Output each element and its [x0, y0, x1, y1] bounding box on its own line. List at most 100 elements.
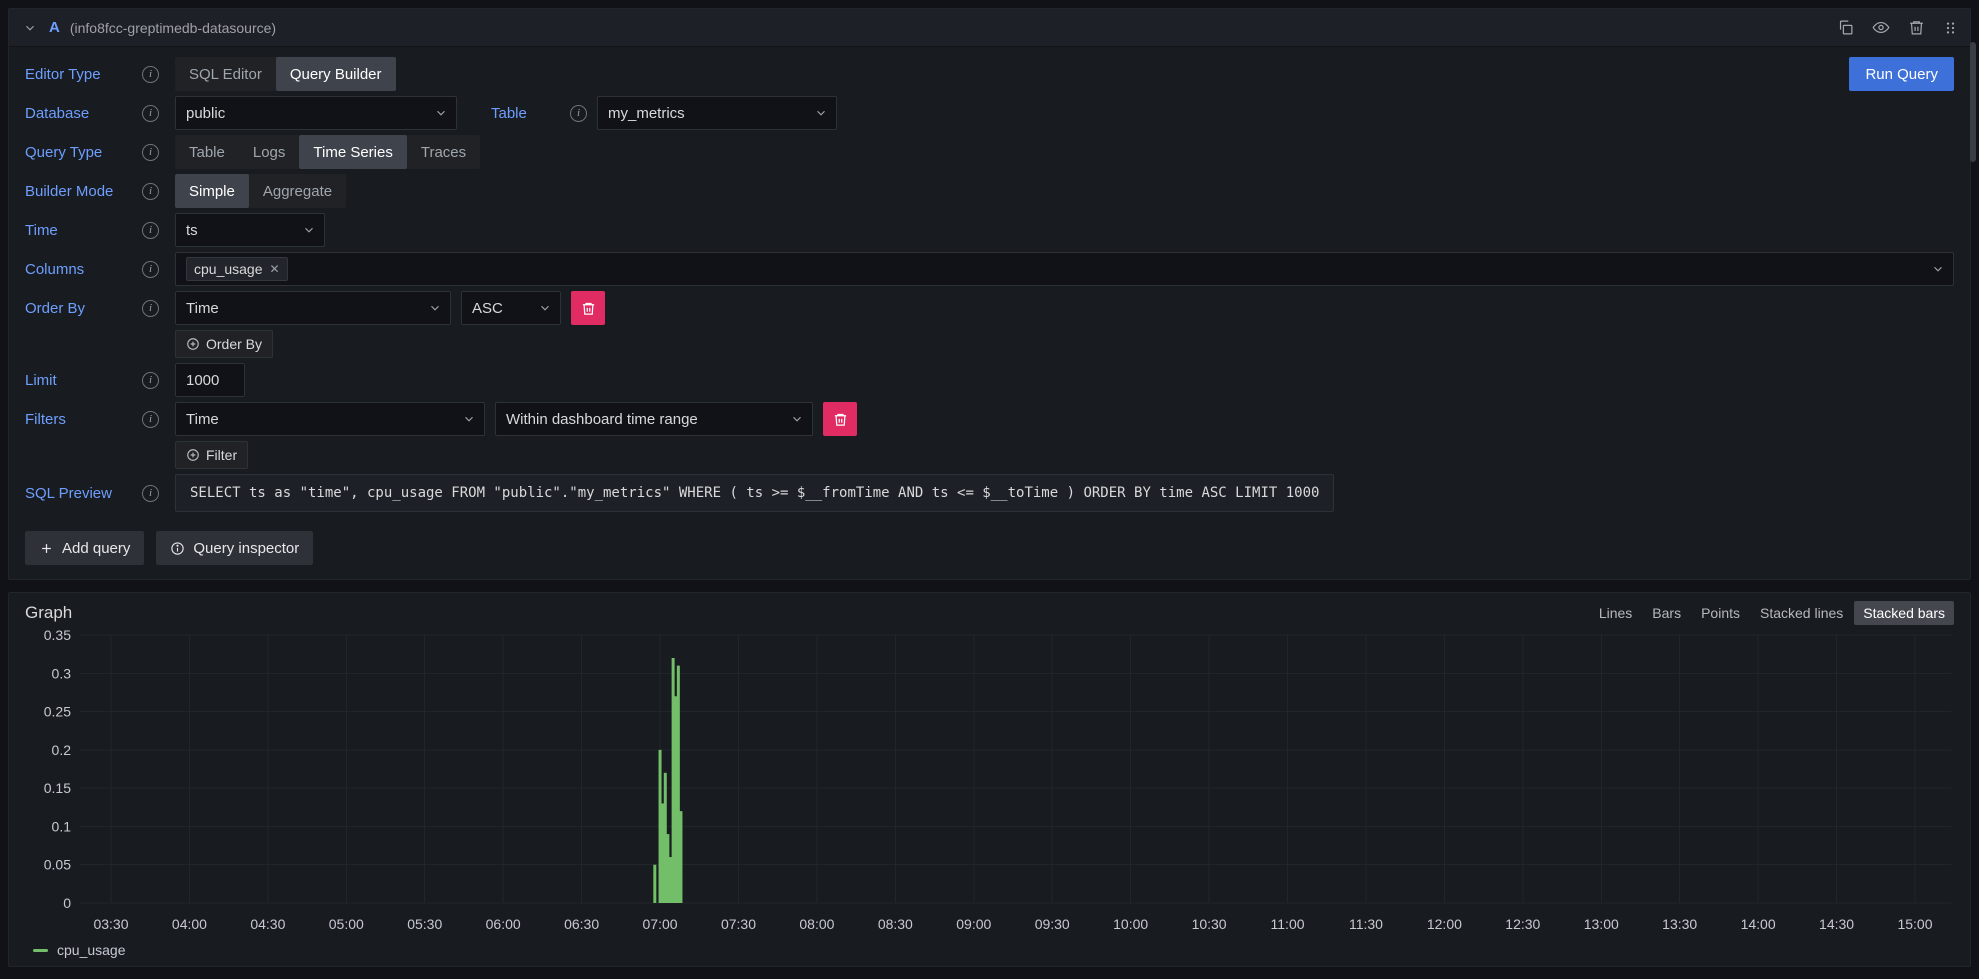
- remove-order-by-button[interactable]: [571, 291, 605, 325]
- option-table[interactable]: Table: [175, 135, 239, 169]
- bar-cpu_usage[interactable]: [653, 865, 656, 903]
- option-aggregate[interactable]: Aggregate: [249, 174, 346, 208]
- x-axis-tick-label: 07:00: [643, 916, 678, 932]
- option-bars[interactable]: Bars: [1643, 601, 1690, 625]
- duplicate-query-icon[interactable]: [1837, 19, 1854, 36]
- remove-filter-button[interactable]: [823, 402, 857, 436]
- option-simple[interactable]: Simple: [175, 174, 249, 208]
- y-axis-tick-label: 0.1: [52, 818, 72, 834]
- remove-column-icon[interactable]: [270, 263, 280, 275]
- y-axis-tick-label: 0: [63, 895, 71, 911]
- info-icon[interactable]: i: [142, 144, 159, 161]
- add-query-button[interactable]: Add query: [25, 531, 144, 565]
- query-ref-letter: A: [49, 19, 60, 36]
- option-stacked-lines[interactable]: Stacked lines: [1751, 601, 1852, 625]
- bar-cpu_usage[interactable]: [672, 658, 675, 903]
- limit-input[interactable]: [175, 363, 245, 397]
- bar-cpu_usage[interactable]: [666, 834, 669, 903]
- database-select[interactable]: public: [175, 96, 457, 130]
- info-icon[interactable]: i: [142, 300, 159, 317]
- option-query-builder[interactable]: Query Builder: [276, 57, 396, 91]
- filter-condition-select[interactable]: Within dashboard time range: [495, 402, 813, 436]
- info-icon[interactable]: i: [142, 222, 159, 239]
- graph-header: Graph LinesBarsPointsStacked linesStacke…: [19, 597, 1960, 627]
- query-inspector-button[interactable]: Query inspector: [156, 531, 313, 565]
- info-icon[interactable]: i: [142, 372, 159, 389]
- drag-handle-icon[interactable]: [1943, 20, 1958, 36]
- option-time-series[interactable]: Time Series: [299, 135, 406, 169]
- bar-cpu_usage[interactable]: [679, 811, 682, 903]
- x-axis-tick-label: 13:00: [1584, 916, 1619, 932]
- option-logs[interactable]: Logs: [239, 135, 300, 169]
- time-column-select[interactable]: ts: [175, 213, 325, 247]
- query-type-label: Query Type i: [25, 144, 159, 161]
- graph-canvas[interactable]: 00.050.10.150.20.250.30.3503:3004:0004:3…: [19, 627, 1958, 939]
- info-icon[interactable]: i: [142, 411, 159, 428]
- order-by-field-value: Time: [186, 300, 219, 317]
- query-row-header: A (info8fcc-greptimedb-datasource): [9, 9, 1970, 47]
- info-icon[interactable]: i: [142, 261, 159, 278]
- plus-circle-icon: [186, 448, 200, 462]
- y-axis-tick-label: 0.25: [44, 704, 71, 720]
- graph-display-mode-group: LinesBarsPointsStacked linesStacked bars: [1590, 601, 1954, 625]
- x-axis-tick-label: 08:30: [878, 916, 913, 932]
- form-row-limit: Limit i: [25, 363, 1954, 397]
- info-icon[interactable]: i: [570, 105, 587, 122]
- form-row-filters: Filters i Time Within dashboard time ran…: [25, 402, 1954, 436]
- bar-cpu_usage[interactable]: [659, 750, 662, 903]
- x-axis-tick-label: 15:00: [1897, 916, 1932, 932]
- bar-cpu_usage[interactable]: [664, 773, 667, 903]
- info-icon[interactable]: i: [142, 183, 159, 200]
- bar-cpu_usage[interactable]: [669, 857, 672, 903]
- form-row-columns: Columns i cpu_usage: [25, 252, 1954, 286]
- trash-icon: [833, 412, 848, 427]
- filter-field-select[interactable]: Time: [175, 402, 485, 436]
- option-sql-editor[interactable]: SQL Editor: [175, 57, 276, 91]
- order-by-label: Order By i: [25, 300, 159, 317]
- x-axis-tick-label: 14:30: [1819, 916, 1854, 932]
- delete-query-trash-icon[interactable]: [1908, 19, 1925, 36]
- scrollbar-thumb[interactable]: [1970, 42, 1976, 162]
- legend-series-label[interactable]: cpu_usage: [57, 942, 126, 958]
- add-order-by-button[interactable]: Order By: [175, 330, 273, 358]
- sql-preview-code: SELECT ts as "time", cpu_usage FROM "pub…: [175, 474, 1334, 512]
- option-points[interactable]: Points: [1692, 601, 1749, 625]
- x-axis-tick-label: 04:30: [250, 916, 285, 932]
- columns-label: Columns i: [25, 261, 159, 278]
- chevron-down-icon: [1931, 262, 1945, 276]
- info-icon[interactable]: i: [142, 105, 159, 122]
- order-by-direction-select[interactable]: ASC: [461, 291, 561, 325]
- run-query-button[interactable]: Run Query: [1849, 57, 1954, 91]
- trash-icon: [581, 301, 596, 316]
- option-stacked-bars[interactable]: Stacked bars: [1854, 601, 1954, 625]
- form-row-database-table: Database i public Table i my_metrics: [25, 96, 1954, 130]
- x-axis-tick-label: 03:30: [93, 916, 128, 932]
- table-select[interactable]: my_metrics: [597, 96, 837, 130]
- order-by-field-select[interactable]: Time: [175, 291, 451, 325]
- x-axis-tick-label: 13:30: [1662, 916, 1697, 932]
- hide-query-eye-icon[interactable]: [1872, 19, 1890, 36]
- option-traces[interactable]: Traces: [407, 135, 480, 169]
- option-lines[interactable]: Lines: [1590, 601, 1641, 625]
- database-value: public: [186, 105, 225, 122]
- info-icon[interactable]: i: [142, 485, 159, 502]
- table-value: my_metrics: [608, 105, 685, 122]
- form-row-add-filter: Filter: [25, 441, 1954, 469]
- form-row-time: Time i ts: [25, 213, 1954, 247]
- add-filter-button[interactable]: Filter: [175, 441, 248, 469]
- graph-panel: Graph LinesBarsPointsStacked linesStacke…: [8, 592, 1971, 967]
- form-row-sql-preview: SQL Preview i SELECT ts as "time", cpu_u…: [25, 474, 1954, 512]
- timeseries-chart: 00.050.10.150.20.250.30.3503:3004:0004:3…: [19, 627, 1960, 939]
- graph-title: Graph: [25, 603, 72, 623]
- info-icon[interactable]: i: [142, 66, 159, 83]
- y-axis-tick-label: 0.35: [44, 627, 71, 643]
- query-type-group: TableLogsTime SeriesTraces: [175, 135, 480, 169]
- bar-cpu_usage[interactable]: [661, 803, 664, 903]
- collapse-chevron-icon[interactable]: [21, 19, 39, 37]
- y-axis-tick-label: 0.2: [52, 742, 72, 758]
- column-tag-label: cpu_usage: [194, 261, 263, 277]
- columns-multiselect[interactable]: cpu_usage: [175, 252, 1954, 286]
- bar-cpu_usage[interactable]: [674, 696, 677, 903]
- bar-cpu_usage[interactable]: [677, 666, 680, 903]
- filter-condition-value: Within dashboard time range: [506, 411, 698, 428]
